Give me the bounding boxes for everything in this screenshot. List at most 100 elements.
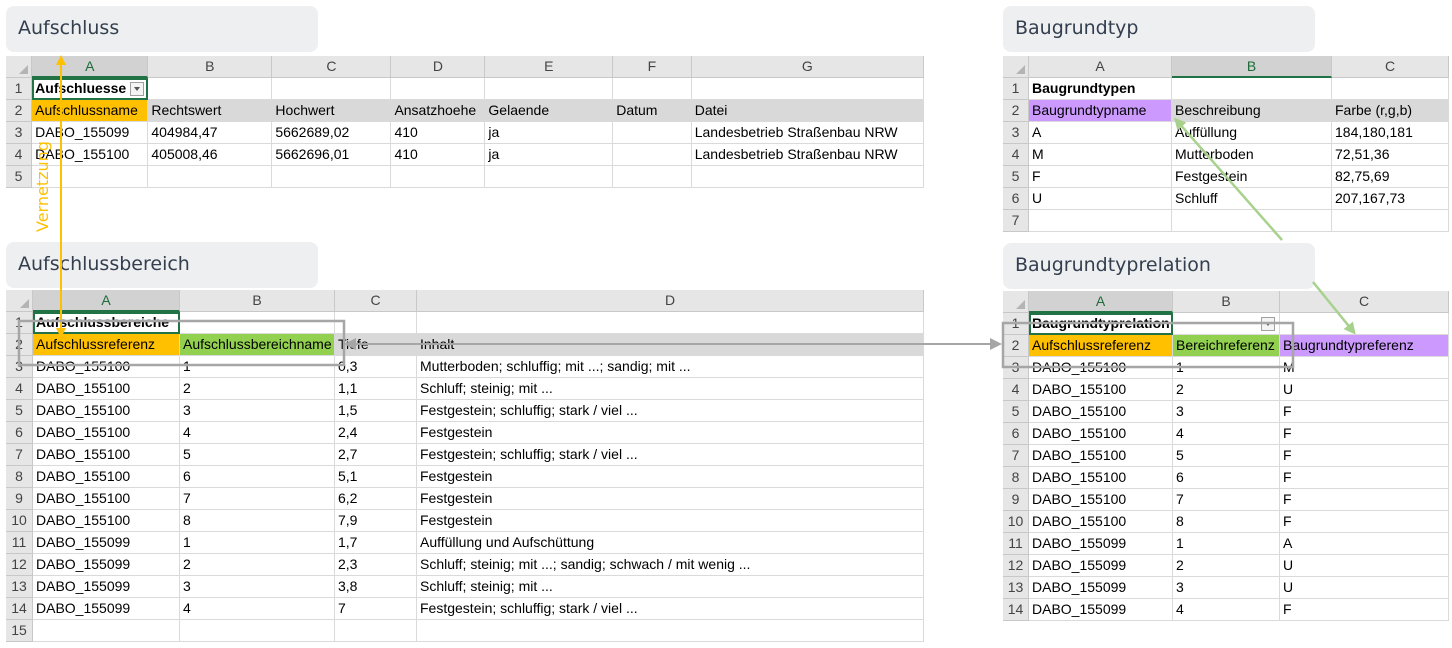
cell[interactable]: 7 [180,488,335,510]
row-number[interactable]: 3 [6,356,33,378]
cell[interactable]: Landesbetrieb Straßenbau NRW [691,122,924,144]
cell[interactable]: 82,75,69 [1332,166,1449,188]
cell[interactable]: U [1280,555,1449,577]
row-number[interactable]: 11 [6,532,33,554]
header-cell[interactable]: Bereichreferenz [1173,335,1280,357]
cell[interactable]: DABO_155100 [1029,379,1173,401]
cell[interactable] [1029,210,1172,232]
cell[interactable]: 207,167,73 [1332,188,1449,210]
header-cell[interactable]: Baugrundtypreferenz [1280,335,1449,357]
filter-dropdown-icon[interactable] [130,81,145,96]
cell[interactable]: 2 [180,378,335,400]
cell[interactable]: F [1280,423,1449,445]
cell[interactable]: 6,2 [335,488,417,510]
row-number[interactable]: 7 [6,444,33,466]
cell[interactable] [335,620,417,642]
cell[interactable]: F [1280,401,1449,423]
column-header[interactable]: A [1029,291,1173,313]
select-all-corner[interactable] [6,290,33,312]
header-cell[interactable]: Tiefe [335,334,417,356]
cell[interactable]: U [1280,379,1449,401]
column-header[interactable]: A [1029,56,1172,78]
cell[interactable]: F [1280,489,1449,511]
row-number[interactable]: 8 [6,466,33,488]
header-cell[interactable]: Baugrundtypname [1029,100,1172,122]
cell[interactable]: 4 [1173,599,1280,621]
row-number[interactable]: 1 [6,78,33,100]
row-number[interactable]: 1 [1003,78,1029,100]
cell[interactable] [391,78,486,100]
row-number[interactable]: 3 [1003,357,1029,379]
row-number[interactable]: 5 [6,400,33,422]
cell[interactable] [1280,313,1449,335]
cell[interactable] [613,166,692,188]
cell[interactable] [417,312,924,334]
row-number[interactable]: 5 [1003,401,1029,423]
cell[interactable]: Schluff; steinig; mit ...; sandig; schwa… [417,554,924,576]
cell[interactable] [485,78,614,100]
column-header[interactable]: C [1280,291,1449,313]
cell[interactable]: DABO_155099 [33,554,180,576]
row-number[interactable]: 4 [6,144,33,166]
cell[interactable]: DABO_155100 [1029,511,1173,533]
cell[interactable]: 2,3 [335,554,417,576]
row-number[interactable]: 7 [1003,210,1029,232]
row-number[interactable]: 13 [6,576,33,598]
column-header[interactable]: D [391,56,486,78]
cell[interactable]: Festgestein [417,466,924,488]
cell[interactable]: 4 [180,422,335,444]
cell[interactable]: DABO_155100 [1029,423,1173,445]
cell[interactable] [391,166,486,188]
select-all-corner[interactable] [6,56,33,78]
row-number[interactable]: 2 [6,100,33,122]
cell[interactable] [613,122,692,144]
row-number[interactable]: 1 [1003,313,1029,335]
column-header[interactable]: B [180,290,335,312]
column-header[interactable]: B [1172,56,1332,78]
cell[interactable]: DABO_155100 [1029,401,1173,423]
cell[interactable]: 410 [391,144,486,166]
row-number[interactable]: 7 [1003,445,1029,467]
cell[interactable]: DABO_155099 [33,532,180,554]
cell[interactable]: 8 [1173,511,1280,533]
cell[interactable]: DABO_155099 [1029,577,1173,599]
cell[interactable] [1332,210,1449,232]
cell[interactable]: DABO_155099 [1029,555,1173,577]
cell[interactable]: DABO_155099 [33,576,180,598]
cell[interactable] [1172,78,1332,100]
cell[interactable]: U [1029,188,1172,210]
column-header[interactable]: C [1332,56,1449,78]
cell[interactable]: DABO_155100 [33,378,180,400]
cell[interactable]: Festgestein; schluffig; stark / viel ... [417,400,924,422]
row-number[interactable]: 5 [6,166,33,188]
column-header[interactable]: D [417,290,924,312]
cell[interactable]: A [1280,533,1449,555]
row-number[interactable]: 4 [6,378,33,400]
cell[interactable]: DABO_155100 [33,444,180,466]
column-header[interactable]: C [335,290,417,312]
cell[interactable]: DABO_155099 [33,598,180,620]
cell[interactable]: DABO_155100 [33,356,180,378]
cell[interactable]: 3 [1173,577,1280,599]
cell[interactable]: Festgestein; schluffig; stark / viel ... [417,444,924,466]
cell[interactable]: 8 [180,510,335,532]
cell[interactable] [335,312,417,334]
cell[interactable]: DABO_155100 [1029,467,1173,489]
cell[interactable]: DABO_155100 [33,400,180,422]
cell[interactable]: 405008,46 [148,144,273,166]
cell[interactable]: 0,3 [335,356,417,378]
cell[interactable]: A [1029,122,1172,144]
cell[interactable] [1173,313,1280,335]
select-all-corner[interactable] [1003,56,1029,78]
cell[interactable]: Festgestein [1172,166,1332,188]
row-number[interactable]: 3 [6,122,33,144]
sheet-title-cell[interactable]: Aufschlussbereiche [33,312,180,334]
cell[interactable]: DABO_155100 [33,510,180,532]
cell[interactable]: Schluff; steinig; mit ... [417,576,924,598]
cell[interactable]: Festgestein [417,488,924,510]
header-cell[interactable]: Datum [613,100,692,122]
cell[interactable]: ja [485,144,614,166]
header-cell-aufschlussname[interactable]: Aufschlussname [32,100,149,122]
cell[interactable]: DABO_155099 [1029,599,1173,621]
cell[interactable]: F [1280,511,1449,533]
